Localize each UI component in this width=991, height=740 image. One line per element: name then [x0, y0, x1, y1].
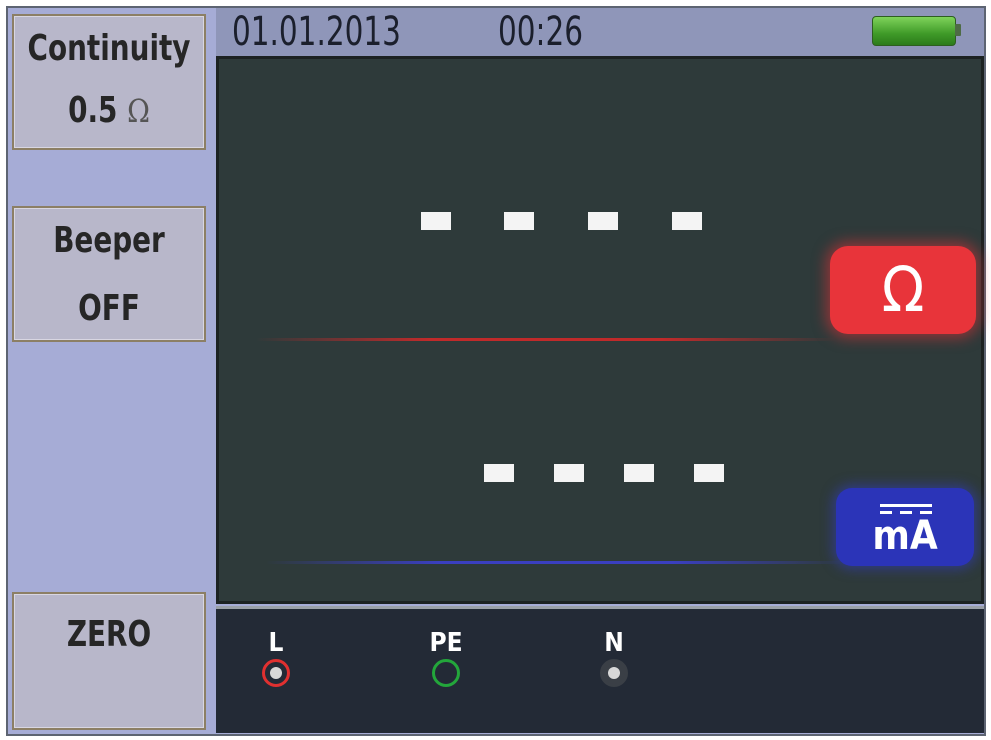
- continuity-threshold-value: 0.5: [68, 90, 118, 131]
- resistance-underline: [256, 338, 836, 341]
- current-reading-dash: [694, 464, 724, 482]
- terminal-pe: PE: [416, 629, 476, 687]
- zero-label: ZERO: [66, 614, 152, 655]
- terminal-indicator-bar: L PE N: [216, 606, 984, 733]
- terminal-n-icon: [600, 659, 628, 687]
- beeper-state: OFF: [78, 288, 140, 329]
- resistance-reading-dash: [672, 212, 702, 230]
- terminal-n: N: [584, 629, 644, 687]
- zero-softkey[interactable]: ZERO: [12, 592, 206, 730]
- terminal-pe-label: PE: [429, 628, 463, 658]
- resistance-reading-dash: [421, 212, 451, 230]
- ohm-unit-label: Ω: [881, 253, 925, 326]
- terminal-l-icon: [262, 659, 290, 687]
- continuity-softkey[interactable]: Continuity 0.5 Ω: [12, 14, 206, 150]
- continuity-threshold-unit: Ω: [127, 92, 150, 130]
- battery-tip: [955, 24, 961, 36]
- terminal-l-label: L: [268, 628, 284, 658]
- beeper-label: Beeper: [53, 220, 165, 261]
- resistance-reading-dash: [504, 212, 534, 230]
- terminal-l: L: [246, 629, 306, 687]
- terminal-n-label: N: [604, 628, 624, 658]
- terminal-pe-icon: [432, 659, 460, 687]
- battery-full-icon: [872, 16, 956, 46]
- continuity-label: Continuity: [27, 28, 191, 69]
- beeper-softkey[interactable]: Beeper OFF: [12, 206, 206, 342]
- current-underline: [266, 561, 846, 564]
- current-reading-dash: [624, 464, 654, 482]
- ohm-unit-badge: Ω: [830, 246, 976, 334]
- status-date: 01.01.2013: [232, 9, 401, 55]
- status-time: 00:26: [498, 9, 584, 55]
- current-reading-dash: [484, 464, 514, 482]
- status-bar: 01.01.2013 00:26: [216, 8, 984, 56]
- milliamp-unit-label: mA: [872, 513, 938, 559]
- current-reading-dash: [554, 464, 584, 482]
- resistance-reading-dash: [588, 212, 618, 230]
- measurement-display: Ω mA: [216, 56, 984, 604]
- continuity-threshold: 0.5 Ω: [27, 90, 190, 131]
- milliamp-unit-badge: mA: [836, 488, 974, 566]
